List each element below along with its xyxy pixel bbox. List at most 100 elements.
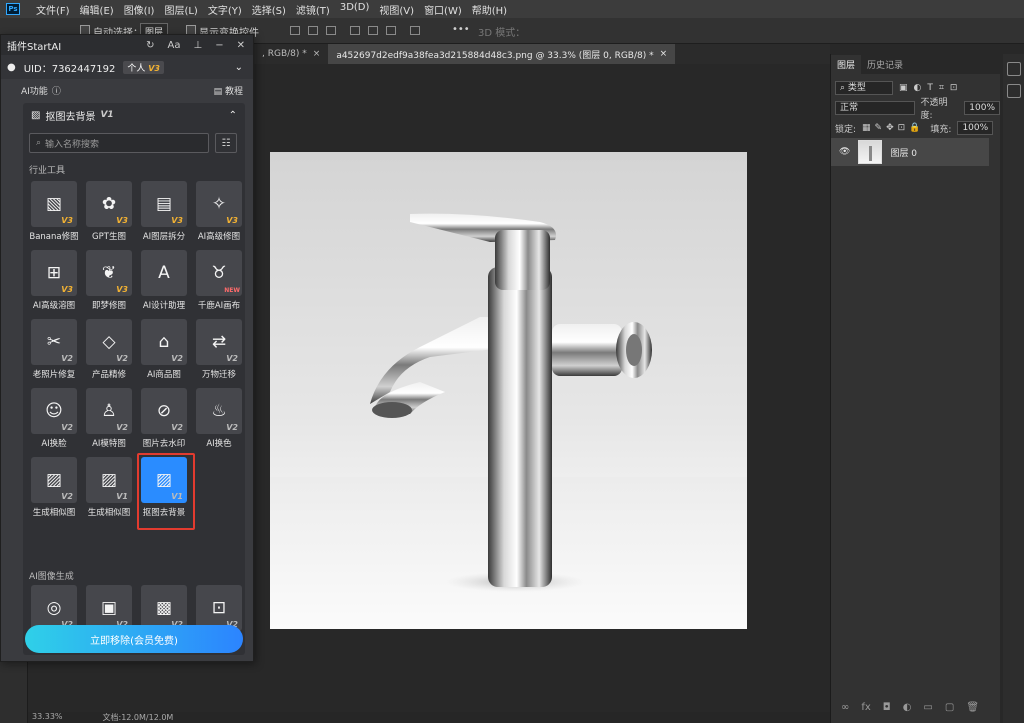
fill-input[interactable]: 100% (957, 121, 994, 135)
visibility-eye-icon[interactable]: 👁 (839, 147, 850, 157)
align-left-icon[interactable] (350, 26, 360, 35)
tool-tile[interactable]: ♙ V2 AI模特图 (86, 388, 134, 450)
menu-item[interactable]: 选择(S) (252, 2, 286, 17)
align-top-icon[interactable] (290, 26, 300, 35)
layer-action-icon[interactable]: fx (861, 702, 870, 713)
tool-tile[interactable]: ⌂ V2 AI商品图 (141, 319, 189, 381)
tab-document-2[interactable]: a452697d2edf9a38fea3d215884d48c3.png @ 3… (328, 44, 676, 64)
layer-action-icon[interactable]: ▢ (945, 702, 954, 713)
layer-action-icon[interactable]: ◘ (883, 702, 891, 713)
close-icon[interactable]: × (313, 49, 321, 59)
tool-tile[interactable]: ♨ V2 AI换色 (196, 388, 244, 450)
blend-mode-dropdown[interactable]: 正常 (835, 101, 915, 115)
layer-kind-filter[interactable]: ⌕ 类型 (835, 81, 893, 95)
layer-action-icon[interactable]: ◐ (903, 702, 912, 713)
deer-canvas-icon: ♉ (211, 262, 227, 283)
tool-tile-icon-box: ▨ V1 (141, 457, 187, 503)
chevron-up-icon[interactable]: ⌃ (229, 110, 237, 121)
pin-icon[interactable]: ⊥ (194, 40, 203, 51)
group-label-industry: 行业工具 (29, 166, 66, 176)
tool-version-badge: V3 (116, 285, 128, 294)
opacity-input[interactable]: 100% (964, 101, 1000, 115)
tool-tile[interactable]: ✿ V3 GPT生图 (86, 181, 134, 243)
document-canvas[interactable] (270, 152, 747, 629)
tab-document-1[interactable]: , RGB/8) * × (254, 44, 328, 64)
tool-version-badge: V3 (61, 285, 73, 294)
tool-tile[interactable]: ☺ V2 AI换脸 (31, 388, 79, 450)
layers-dock-icon[interactable] (1006, 62, 1021, 76)
tool-tile-icon-box: ▨ V2 (31, 457, 77, 503)
layer-action-icon[interactable]: ▭ (923, 702, 932, 713)
tutorial-link[interactable]: ▤ 教程 (214, 84, 243, 97)
close-icon[interactable]: × (660, 49, 668, 59)
tab-history[interactable]: 历史记录 (861, 55, 909, 74)
distribute-icon[interactable] (410, 26, 420, 35)
layer-filter-icons[interactable]: ▣◐T⌗⊡ (899, 83, 963, 93)
remove-now-button[interactable]: 立即移除(会员免费) (25, 625, 243, 653)
tool-tile[interactable]: ✧ V3 AI高级修图 (196, 181, 244, 243)
tool-tile[interactable]: ⇄ V2 万物迁移 (196, 319, 244, 381)
tool-tile[interactable]: ⊘ V2 图片去水印 (141, 388, 189, 450)
close-icon[interactable]: ✕ (237, 40, 245, 51)
more-options-button[interactable]: ••• (452, 24, 470, 35)
menu-item[interactable]: 帮助(H) (472, 2, 507, 17)
no-cutout-icon: ⊡ (211, 597, 227, 618)
faucet-image (370, 213, 652, 592)
align-bottom-icon[interactable] (326, 26, 336, 35)
magic-wand-icon: ✧ (211, 193, 227, 214)
tool-tile[interactable]: ▤ V3 AI图层拆分 (141, 181, 189, 243)
gpt-icon: ✿ (101, 193, 117, 214)
tool-tile-icon-box: ⊘ V2 (141, 388, 187, 434)
properties-dock-icon[interactable] (1006, 84, 1021, 98)
lock-icons[interactable]: ▦✎✥⊡🔒 (862, 123, 924, 133)
tool-tile[interactable]: ▨ V1 生成相似图 (86, 457, 134, 519)
layers-panel: 图层 历史记录 ⌕ 类型 ▣◐T⌗⊡ 正常 不透明度: 100% 锁定: ▦✎✥… (830, 54, 1000, 723)
grid-view-button[interactable]: ☷ (215, 133, 237, 153)
tool-version-badge: V3 (116, 216, 128, 225)
section-header[interactable]: ▨ 抠图去背景 V1 ⌃ (23, 103, 245, 127)
align-center-icon[interactable] (368, 26, 378, 35)
image-to-image-icon: ▩ (155, 597, 173, 618)
zoom-level[interactable]: 33.33% (32, 712, 63, 723)
menu-item[interactable]: 图层(L) (164, 2, 197, 17)
menu-item[interactable]: 文字(Y) (208, 2, 242, 17)
font-size-icon[interactable]: Aa (168, 40, 181, 51)
tutorial-label: 教程 (224, 86, 243, 97)
menu-item[interactable]: 编辑(E) (80, 2, 114, 17)
info-icon[interactable]: ⓘ (52, 84, 61, 97)
menu-item[interactable]: 3D(D) (340, 2, 370, 17)
tab-layers[interactable]: 图层 (831, 55, 862, 74)
photoshop-logo: Ps (6, 3, 20, 15)
layer-name[interactable]: 图层 0 (890, 146, 917, 159)
align-middle-icon[interactable] (308, 26, 318, 35)
tool-tile[interactable]: ▨ V1 抠图去背景 (137, 453, 195, 530)
tool-search-input[interactable]: ⌕ 输入名称搜索 (29, 133, 209, 153)
menu-item[interactable]: 窗口(W) (424, 2, 462, 17)
dream-icon: ❦ (101, 262, 117, 283)
tool-tile[interactable]: ✂ V2 老照片修复 (31, 319, 79, 381)
layer-row[interactable]: 👁 图层 0 (831, 138, 989, 166)
chevron-down-icon[interactable]: ⌄ (235, 62, 243, 73)
tool-tile[interactable]: ⊞ V3 AI高级溶图 (31, 250, 79, 312)
minimize-icon[interactable]: − (215, 40, 223, 51)
menu-item[interactable]: 视图(V) (379, 2, 414, 17)
tool-tile[interactable]: A AI设计助理 (141, 250, 189, 312)
tool-tile[interactable]: ♉ NEW 千鹿AI画布 (196, 250, 244, 312)
tool-tile[interactable]: ▨ V2 生成相似图 (31, 457, 79, 519)
tool-tile-icon-box: ⌂ V2 (141, 319, 187, 365)
product-icon: ⌂ (158, 331, 170, 352)
menu-item[interactable]: 图像(I) (124, 2, 155, 17)
tool-tile[interactable]: ▧ V3 Banana修图 (29, 181, 79, 243)
layer-action-icon[interactable]: ∞ (841, 702, 849, 713)
tool-version-badge: V2 (116, 354, 128, 363)
tool-version-badge: V3 (171, 216, 183, 225)
menu-item[interactable]: 滤镜(T) (296, 2, 330, 17)
menu-item[interactable]: 文件(F) (36, 2, 70, 17)
plan-badge[interactable]: 个人 V3 (123, 60, 164, 74)
plan-label: 个人 (127, 63, 146, 74)
refresh-icon[interactable]: ↻ (146, 40, 154, 51)
tool-tile[interactable]: ◇ V2 产品精修 (86, 319, 134, 381)
tool-tile[interactable]: ❦ V3 即梦修图 (86, 250, 134, 312)
align-right-icon[interactable] (386, 26, 396, 35)
layer-action-icon[interactable]: 🗑 (966, 702, 979, 713)
